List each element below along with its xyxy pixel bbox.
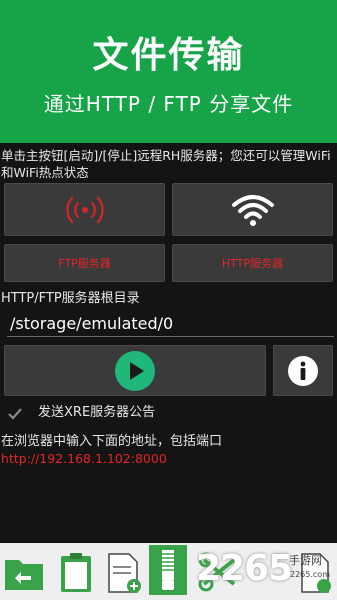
watermark-sub: 手游网 [289, 554, 322, 567]
clipboard-icon[interactable] [55, 550, 97, 594]
play-icon [115, 350, 155, 391]
server-url[interactable]: http://192.168.1.102:8000 [1, 451, 167, 466]
broadcast-checkbox[interactable] [7, 406, 23, 422]
ftp-server-label: FTP服务器 [58, 257, 111, 270]
root-dir-label: HTTP/FTP服务器根目录 [1, 291, 140, 306]
info-button[interactable] [273, 345, 333, 396]
zip-icon[interactable] [148, 544, 188, 596]
hotspot-icon [65, 196, 104, 223]
hotspot-button[interactable] [4, 183, 165, 236]
promo-banner: 文件传输 通过HTTP / FTP 分享文件 [0, 0, 337, 143]
watermark-logo: 2265 [196, 548, 293, 589]
http-server-label: HTTP服务器 [221, 257, 284, 270]
http-server-button[interactable]: HTTP服务器 [172, 244, 333, 282]
banner-title: 文件传输 [92, 35, 245, 76]
broadcast-label: 发送XRE服务器公告 [38, 405, 156, 420]
file-transfer-screen: 单击主按钮[启动]/[停止]远程RH服务器；您还可以管理WiFi和WiFi热点状… [0, 143, 337, 543]
instruction-text: 在浏览器中输入下面的地址，包括端口 [1, 434, 223, 449]
watermark-url: 2265.com [290, 570, 330, 579]
info-icon [288, 355, 318, 386]
wifi-button[interactable] [172, 183, 333, 236]
back-folder-icon[interactable] [3, 550, 45, 594]
new-file-icon[interactable] [103, 550, 145, 594]
ftp-server-button[interactable]: FTP服务器 [4, 244, 165, 282]
info-text: 单击主按钮[启动]/[停止]远程RH服务器；您还可以管理WiFi和WiFi热点状… [1, 148, 331, 180]
banner-subtitle: 通过HTTP / FTP 分享文件 [43, 92, 294, 116]
root-dir-input[interactable] [7, 310, 334, 337]
wifi-icon [231, 194, 274, 226]
start-server-button[interactable] [4, 345, 266, 396]
